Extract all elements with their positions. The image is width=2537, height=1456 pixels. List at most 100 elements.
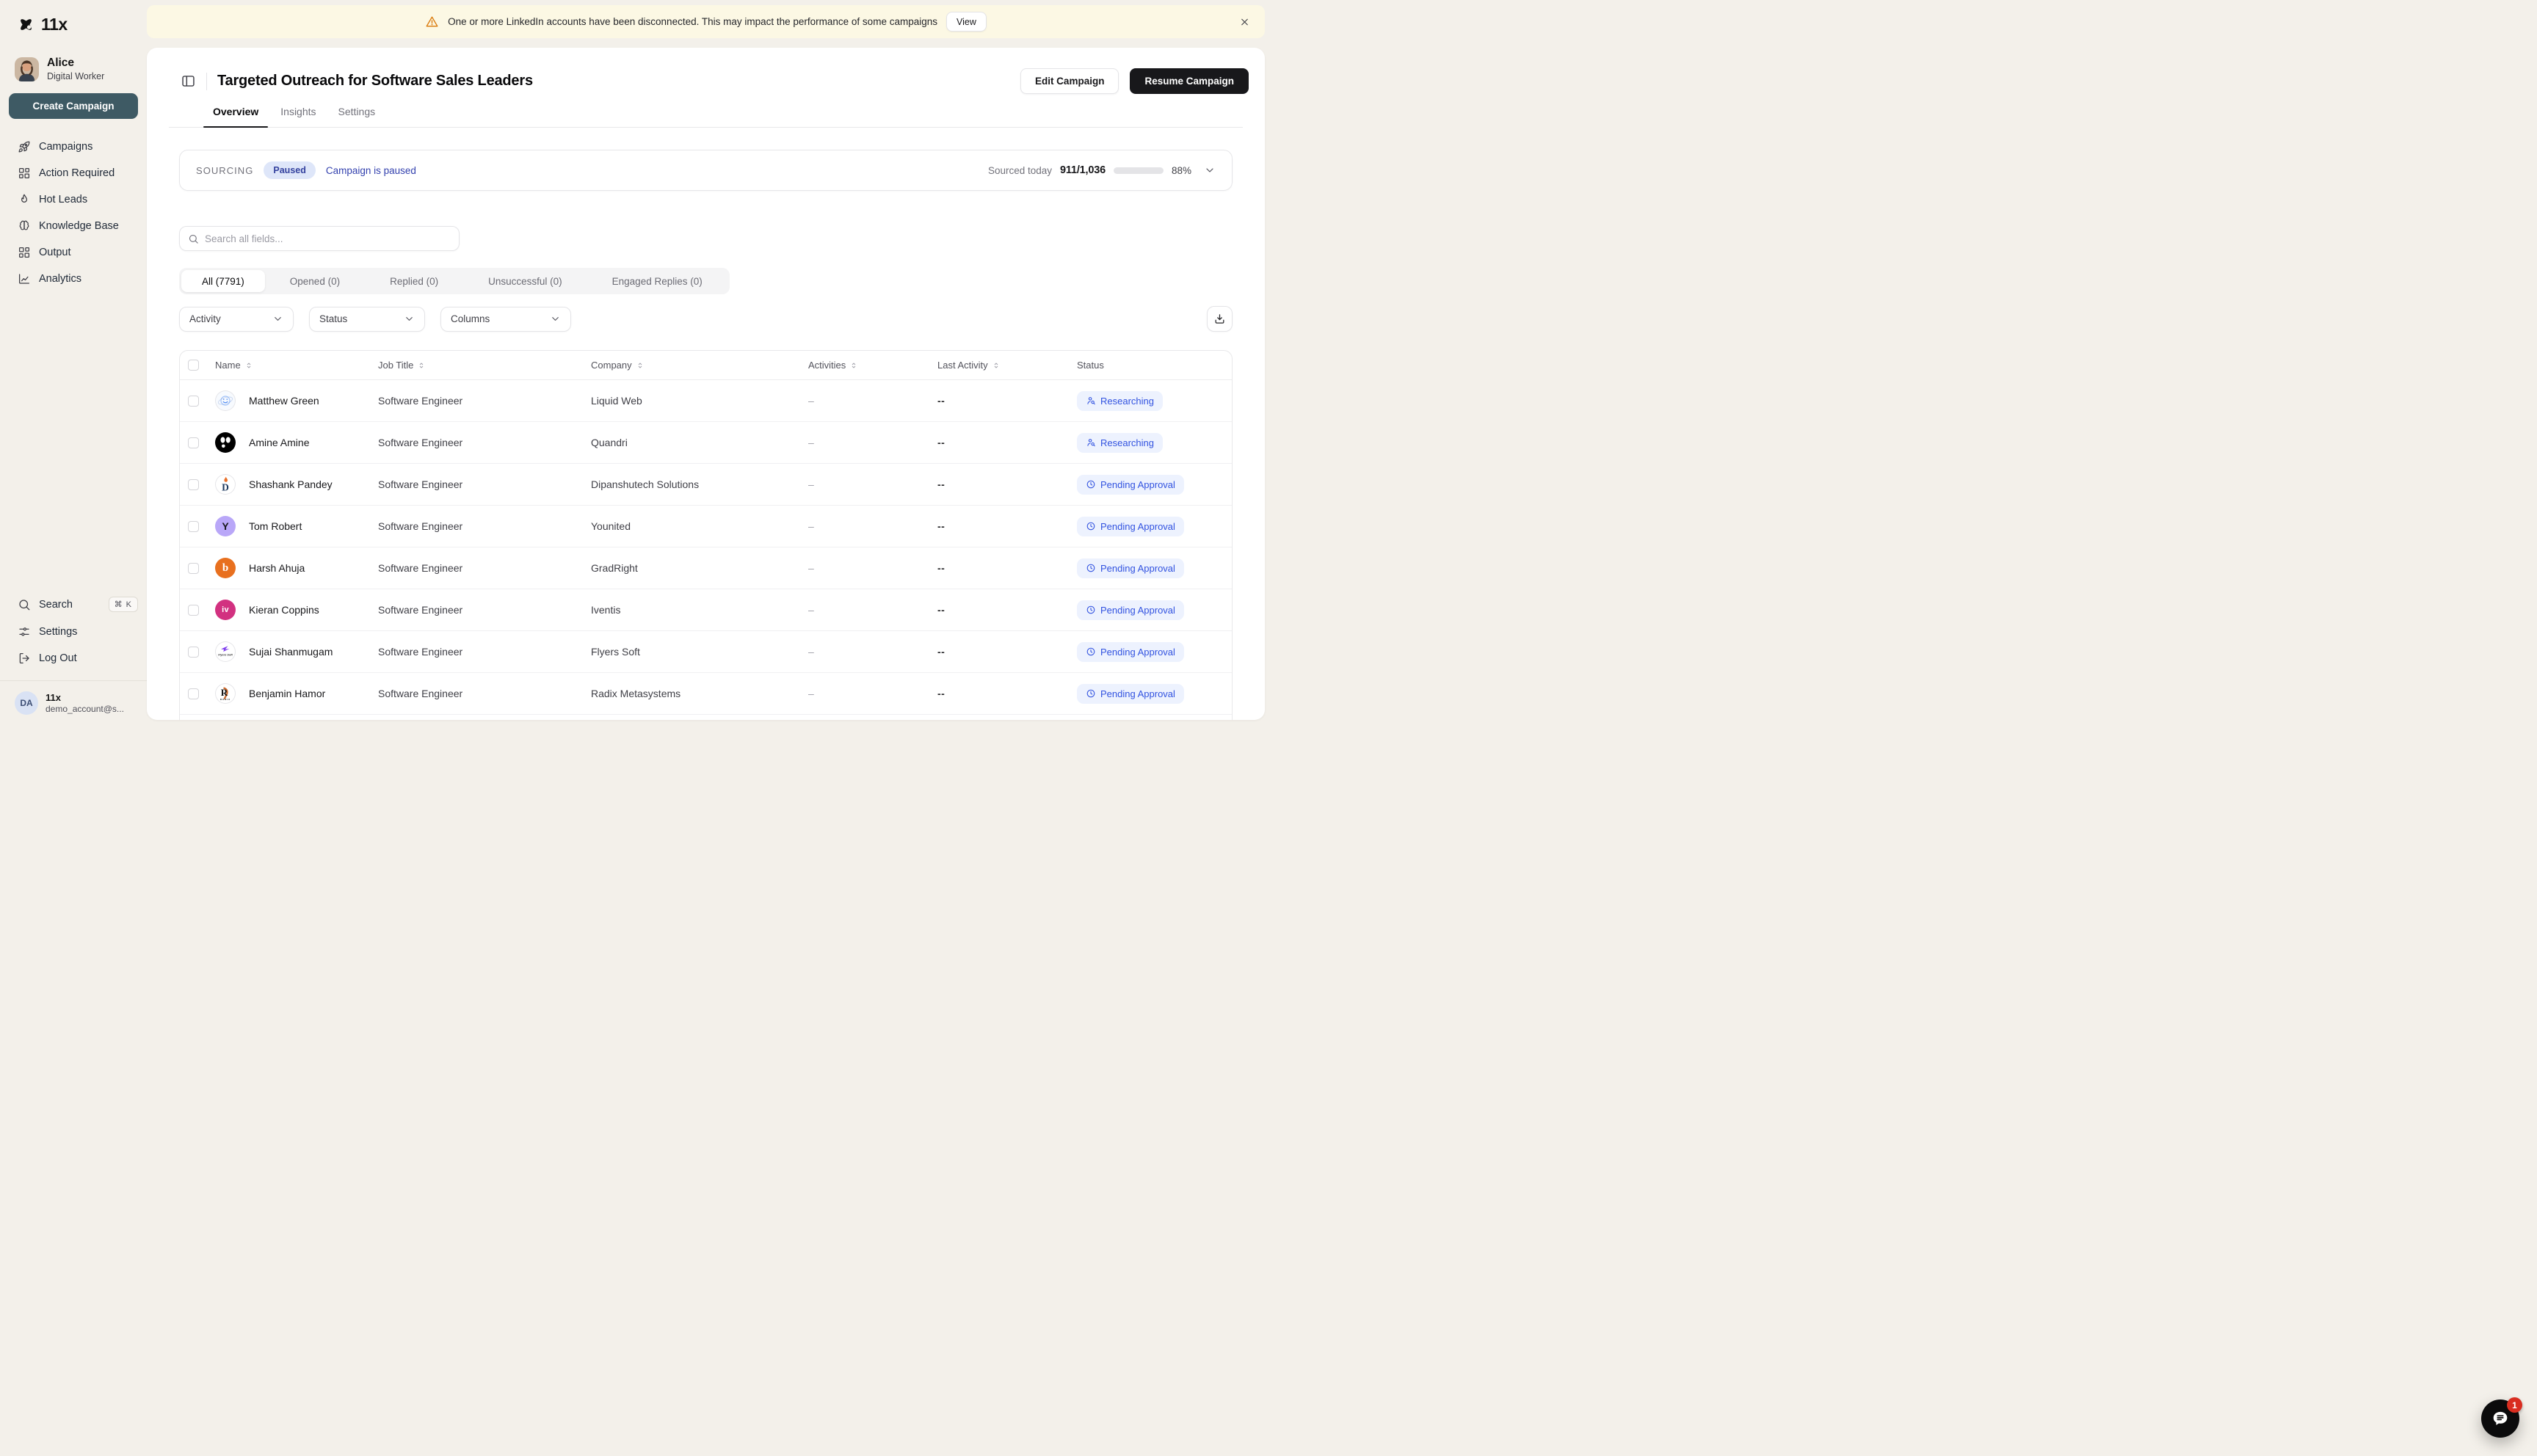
- lead-job-title: Software Engineer: [378, 646, 463, 658]
- sidebar-item-label: Search: [39, 598, 73, 611]
- banner-message: One or more LinkedIn accounts have been …: [448, 16, 937, 27]
- column-header-job-title[interactable]: Job Title: [378, 360, 591, 371]
- activity-dropdown[interactable]: Activity: [179, 306, 294, 332]
- status-badge: Pending Approval: [1077, 683, 1184, 704]
- sidebar-item-search[interactable]: Search ⌘ K: [0, 590, 147, 619]
- sidebar-item-analytics[interactable]: Analytics: [0, 266, 147, 292]
- edit-campaign-button[interactable]: Edit Campaign: [1020, 68, 1119, 94]
- select-all-checkbox[interactable]: [188, 360, 199, 371]
- tab-overview[interactable]: Overview: [203, 106, 269, 128]
- filter-all[interactable]: All (7791): [181, 270, 265, 292]
- sidebar-item-knowledge-base[interactable]: Knowledge Base: [0, 213, 147, 239]
- search-input[interactable]: [205, 233, 451, 244]
- table-row[interactable]: iv Kieran Coppins Software Engineer Iven…: [180, 589, 1232, 631]
- lead-last-activity: --: [937, 562, 946, 574]
- panel-toggle-icon[interactable]: [181, 73, 196, 89]
- chevron-down-icon: [404, 313, 415, 324]
- lead-name: Shashank Pandey: [249, 478, 333, 490]
- column-header-company[interactable]: Company: [591, 360, 808, 371]
- sort-icon: [417, 361, 426, 370]
- column-header-name[interactable]: Name: [215, 360, 378, 371]
- download-button[interactable]: [1207, 306, 1233, 332]
- sidebar-item-settings[interactable]: Settings: [0, 619, 147, 645]
- search-icon: [188, 233, 199, 244]
- status-label: Pending Approval: [1100, 688, 1175, 699]
- row-checkbox[interactable]: [188, 688, 199, 699]
- lead-name: Matthew Green: [249, 395, 319, 407]
- create-campaign-button[interactable]: Create Campaign: [9, 93, 138, 119]
- table-row[interactable]: D Shashank Pandey Software Engineer Dipa…: [180, 464, 1232, 506]
- column-header-last-activity[interactable]: Last Activity: [937, 360, 1077, 371]
- tab-settings[interactable]: Settings: [338, 106, 376, 127]
- linkedin-warning-banner: One or more LinkedIn accounts have been …: [147, 5, 1265, 38]
- lead-activities: –: [808, 520, 814, 532]
- status-badge: Pending Approval: [1077, 558, 1184, 578]
- table-row[interactable]: Matthew Green Software Engineer Liquid W…: [180, 380, 1232, 422]
- row-checkbox[interactable]: [188, 604, 199, 616]
- lead-last-activity: --: [937, 688, 946, 699]
- filter-opened[interactable]: Opened (0): [265, 270, 365, 292]
- sourcing-label: SOURCING: [196, 164, 254, 176]
- lead-activities: –: [808, 437, 814, 448]
- sidebar-item-logout[interactable]: Log Out: [0, 645, 147, 671]
- row-checkbox[interactable]: [188, 395, 199, 407]
- sidebar-item-label: Log Out: [39, 652, 77, 664]
- row-checkbox[interactable]: [188, 562, 199, 574]
- filter-replied[interactable]: Replied (0): [365, 270, 463, 292]
- lead-company: Younited: [591, 520, 631, 532]
- sidebar-item-label: Analytics: [39, 273, 82, 285]
- table-row[interactable]: b Harsh Ahuja Software Engineer GradRigh…: [180, 547, 1232, 589]
- column-header-activities[interactable]: Activities: [808, 360, 937, 371]
- table-row[interactable]: Y Tom Robert Software Engineer Younited …: [180, 506, 1232, 547]
- lead-last-activity: --: [937, 395, 946, 407]
- sourcing-status-bar: SOURCING Paused Campaign is paused Sourc…: [179, 150, 1233, 191]
- column-header-status[interactable]: Status: [1077, 360, 1232, 371]
- lead-job-title: Software Engineer: [378, 437, 463, 448]
- lead-company: Iventis: [591, 604, 621, 616]
- dropdown-label: Columns: [451, 313, 490, 324]
- filter-unsuccessful[interactable]: Unsuccessful (0): [463, 270, 587, 292]
- sort-icon: [636, 361, 645, 370]
- grid-icon: [18, 246, 31, 259]
- paused-badge: Paused: [264, 161, 316, 179]
- chevron-down-icon[interactable]: [1204, 164, 1216, 176]
- account-info[interactable]: DA 11x demo_account@s...: [0, 691, 147, 728]
- sidebar-item-output[interactable]: Output: [0, 239, 147, 266]
- 11x-logo-icon: [16, 15, 36, 34]
- resume-campaign-button[interactable]: Resume Campaign: [1130, 68, 1249, 94]
- download-icon: [1213, 313, 1226, 325]
- filter-engaged-replies[interactable]: Engaged Replies (0): [587, 270, 727, 292]
- row-checkbox[interactable]: [188, 520, 199, 532]
- banner-close-button[interactable]: [1236, 13, 1253, 30]
- row-checkbox[interactable]: [188, 478, 199, 490]
- lead-activities: –: [808, 562, 814, 574]
- row-checkbox[interactable]: [188, 646, 199, 658]
- svg-text:RADIX: RADIX: [220, 698, 231, 701]
- lead-last-activity: --: [937, 478, 946, 490]
- table-row[interactable]: Amine Amine Software Engineer Quandri – …: [180, 422, 1232, 464]
- profile-name: Alice: [47, 57, 75, 69]
- svg-text:Flyers Soft: Flyers Soft: [218, 654, 233, 657]
- campaign-paused-link[interactable]: Campaign is paused: [326, 165, 416, 176]
- status-badge: Pending Approval: [1077, 516, 1184, 536]
- avatar: Y: [215, 516, 236, 536]
- avatar: [215, 432, 236, 453]
- tab-insights[interactable]: Insights: [280, 106, 316, 127]
- alice-avatar: [15, 57, 39, 81]
- columns-dropdown[interactable]: Columns: [440, 306, 571, 332]
- sidebar-item-hot-leads[interactable]: Hot Leads: [0, 186, 147, 213]
- sidebar-item-campaigns[interactable]: Campaigns: [0, 134, 147, 160]
- table-row[interactable]: Flyers Soft Sujai Shanmugam Software Eng…: [180, 631, 1232, 673]
- banner-view-button[interactable]: View: [946, 12, 987, 32]
- row-checkbox[interactable]: [188, 437, 199, 448]
- sidebar-item-action-required[interactable]: Action Required: [0, 160, 147, 186]
- dropdown-label: Activity: [189, 313, 221, 324]
- lead-activities: –: [808, 646, 814, 658]
- status-badge: Pending Approval: [1077, 600, 1184, 620]
- chat-fab-button[interactable]: 1: [2481, 1397, 2522, 1438]
- sourcing-progress-bar: [1113, 167, 1164, 174]
- table-row[interactable]: R RADIX Benjamin Hamor Software Engineer…: [180, 673, 1232, 715]
- sidebar-item-label: Output: [39, 247, 71, 258]
- leads-table: Name Job Title Company Activities Last A…: [179, 350, 1233, 720]
- status-dropdown[interactable]: Status: [309, 306, 425, 332]
